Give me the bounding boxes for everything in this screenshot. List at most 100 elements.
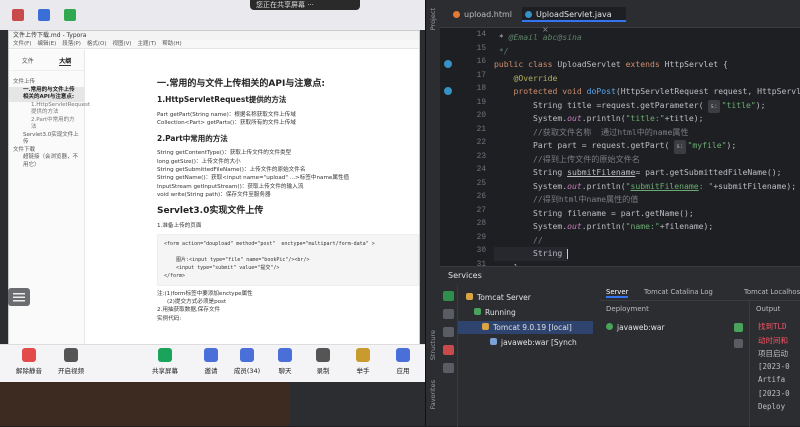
ide-tool-strip: Project Structure Favorites (426, 0, 440, 426)
outline-item[interactable]: Servlet3.0实现文件上传 (9, 132, 84, 147)
meeting-button-label: 解除静音 (16, 367, 42, 375)
code-editor[interactable]: * @Email abc@sina */public class UploadS… (494, 28, 800, 266)
camera-icon[interactable] (12, 9, 24, 21)
meeting-button-label: 共享屏幕 (152, 367, 178, 375)
code-line[interactable]: protected void doPost(HttpServletRequest… (494, 85, 800, 99)
expand-icon[interactable] (443, 309, 454, 319)
invite-icon (204, 348, 218, 362)
outline-item[interactable]: 文件上传 (9, 79, 84, 87)
code-line[interactable]: System.out.println("title:"+title); (494, 112, 704, 126)
code-line[interactable]: Part part = request.getPart( s: "myfile")… (494, 139, 736, 154)
doc-line: Collection<Part> getParts()：获取所有的文件上传域 (157, 119, 296, 126)
meeting-button-5[interactable]: 成员(34) (230, 348, 264, 375)
line-number: 27 (476, 206, 486, 215)
mic-muted-icon (22, 348, 36, 362)
undeploy-icon[interactable] (734, 339, 743, 348)
menu-item[interactable]: 格式(O) (87, 40, 107, 48)
outline-item[interactable]: 超链接（会浏览器，不用它） (9, 154, 84, 169)
code-line[interactable]: //得到上传文件的原始文件名 (494, 153, 640, 167)
heading-api: 一.常用的与文件上传相关的API与注意点: (157, 79, 325, 89)
tab-outline[interactable]: 大纲 (59, 56, 72, 66)
line-number: 15 (476, 44, 486, 53)
doc-line: 实例代码: (157, 315, 182, 322)
signal-icon[interactable] (64, 9, 76, 21)
menu-item[interactable]: 视图(V) (112, 40, 131, 48)
chat-icon (278, 348, 292, 362)
meeting-button-9[interactable]: 应用 (386, 348, 420, 375)
menu-item[interactable]: 主题(T) (138, 40, 157, 48)
outline-item[interactable]: 2.Part中常用的方法 (9, 117, 84, 132)
shield-icon[interactable] (38, 9, 50, 21)
favorites-tool-label[interactable]: Favorites (429, 380, 437, 409)
meeting-button-8[interactable]: 举手 (346, 348, 380, 375)
code-line[interactable]: //获取文件名称 通过html中的name属性 (494, 126, 689, 140)
code-line[interactable]: // (494, 234, 543, 248)
document-body: 一.常用的与文件上传相关的API与注意点: 1.HttpServletReque… (157, 50, 419, 347)
line-number: 14 (476, 31, 486, 39)
video-off-icon (64, 348, 78, 362)
outline-item[interactable]: 1.HttpServletRequest提供的方法 (9, 102, 90, 117)
tab-upload-html[interactable]: upload.html (450, 7, 516, 22)
code-line[interactable]: */ (494, 45, 509, 59)
tree-node[interactable]: Running (474, 306, 516, 319)
tab-localhost-log[interactable]: Tomcat Localhost (744, 288, 800, 296)
menu-item[interactable]: 段落(P) (62, 40, 81, 48)
doc-line: String getSubmittedFileName()：上传文件的原始文件名 (157, 167, 306, 174)
gutter-marker-icon[interactable] (444, 60, 452, 68)
structure-tool-label[interactable]: Structure (429, 330, 437, 360)
record-icon (316, 348, 330, 362)
heading-servlet3: Servlet3.0实现文件上传 (157, 206, 264, 217)
code-line[interactable]: System.out.println("submitFilename: "+su… (494, 180, 796, 194)
meeting-button-1[interactable]: 解除静音 (12, 348, 46, 375)
meeting-button-label: 开启视频 (58, 367, 84, 375)
code-line[interactable]: //得到html中name属性的值 (494, 193, 638, 207)
editor-tabs: upload.html UploadServlet.java × (440, 0, 800, 34)
tree-label: javaweb:war [Synch (501, 338, 577, 347)
code-line[interactable]: @Override (494, 72, 558, 86)
meeting-button-6[interactable]: 聊天 (268, 348, 302, 375)
menu-item[interactable]: 帮助(H) (162, 40, 181, 48)
code-line[interactable]: String submitFilename= part.getSubmitted… (494, 166, 782, 180)
line-number: 21 (476, 125, 486, 134)
meeting-button-4[interactable]: 邀请 (194, 348, 228, 375)
code-line[interactable]: String (494, 247, 569, 261)
doc-line: 1.准备上传的页面 (157, 222, 202, 229)
tab-files[interactable]: 文件 (22, 56, 34, 66)
tree-node[interactable]: Tomcat 9.0.19 [local] (458, 321, 593, 334)
outline-item[interactable]: 文件下载 (9, 147, 84, 155)
line-number: 20 (476, 112, 486, 120)
menu-item[interactable]: 编辑(E) (37, 40, 56, 48)
collapse-icon[interactable] (443, 327, 454, 337)
tree-label: Running (485, 308, 516, 317)
meeting-toolbar: 解除静音 开启视频 共享屏幕 邀请 成员(34) 聊天 录制 举手 应用 (0, 344, 425, 382)
code-line[interactable]: String filename = part.getName(); (494, 207, 694, 221)
code-line[interactable]: String title =request.getParameter( s: "t… (494, 99, 766, 113)
outline-list: 文件上传 一.常用的与文件上传相关的API与注意点: 1.HttpServletRe… (9, 71, 90, 169)
meeting-button-7[interactable]: 录制 (306, 348, 340, 375)
floating-menu-handle[interactable] (8, 288, 30, 306)
share-banner[interactable]: 您正在共享屏幕 ··· (250, 0, 360, 10)
project-tool-label[interactable]: Project (429, 8, 437, 30)
deployment-item[interactable]: javaweb:war (600, 321, 750, 334)
gutter-marker-icon[interactable] (444, 87, 452, 95)
tab-server[interactable]: Server (606, 288, 629, 298)
outline-item[interactable]: 一.常用的与文件上传相关的API与注意点: (9, 86, 84, 102)
stop-icon[interactable] (443, 345, 454, 355)
doc-line: String getName()：获取<input name="upload" … (157, 175, 350, 182)
tree-node[interactable]: Tomcat Server (466, 291, 531, 304)
tab-catalina-log[interactable]: Tomcat Catalina Log (644, 288, 713, 296)
code-line[interactable]: * @Email abc@sina (494, 31, 582, 45)
menu-item[interactable]: 文件(F) (13, 40, 31, 48)
doc-line: 注:(1)form标签中要添加enctype属性 (157, 290, 253, 297)
redeploy-icon[interactable] (734, 323, 743, 332)
meeting-button-2[interactable]: 开启视频 (54, 348, 88, 375)
code-line[interactable]: public class UploadServlet extends HttpS… (494, 58, 728, 72)
tab-uploadservlet-java[interactable]: UploadServlet.java × (522, 7, 626, 34)
filter-icon[interactable] (443, 363, 454, 373)
tree-node[interactable]: javaweb:war [Synch (490, 336, 577, 349)
meeting-button-3[interactable]: 共享屏幕 (148, 348, 182, 375)
rerun-icon[interactable] (443, 291, 454, 301)
tree-label: Tomcat 9.0.19 [local] (493, 323, 572, 332)
code-line[interactable]: System.out.println("name:"+filename); (494, 220, 713, 234)
output-line: 项目启动 (758, 349, 788, 358)
